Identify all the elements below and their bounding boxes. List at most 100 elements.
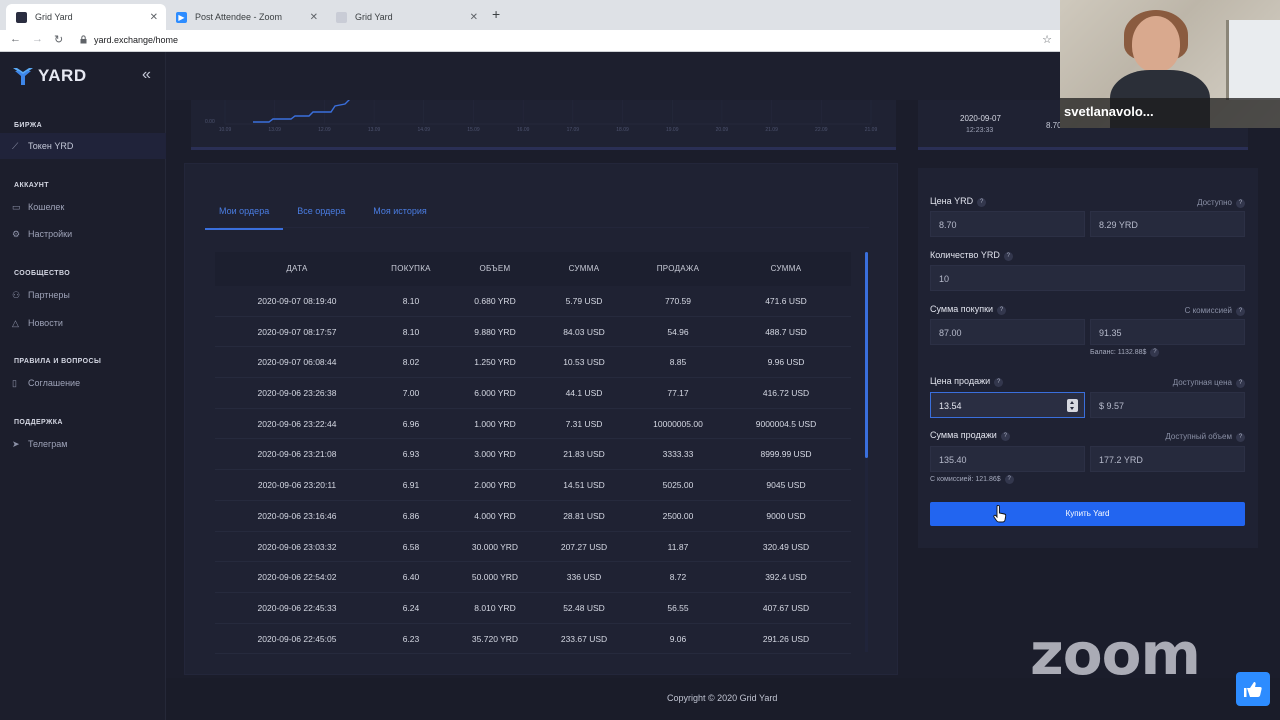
- cell-volume: 50.000 YRD: [471, 572, 519, 583]
- available-volume-label-text: Доступный объем: [1165, 432, 1232, 441]
- x-tick-label: 13.09: [368, 127, 381, 133]
- cell-sum: 5.79 USD: [565, 296, 603, 306]
- help-icon[interactable]: ?: [1150, 348, 1160, 357]
- sidebar-item-label: Телеграм: [28, 439, 68, 449]
- available-volume-label: Доступный объем?: [1118, 432, 1245, 442]
- cell-date: 2020-09-06 23:21:08: [257, 449, 337, 460]
- help-icon[interactable]: ?: [994, 378, 1004, 387]
- help-icon[interactable]: ?: [1004, 475, 1014, 484]
- cell-date: 2020-09-07 08:19:40: [257, 296, 337, 306]
- lock-icon: [80, 35, 87, 44]
- cell-date: 2020-09-06 23:26:38: [257, 388, 337, 399]
- back-arrow-icon[interactable]: ←: [10, 33, 21, 45]
- cell-date: 2020-09-06 22:45:33: [257, 602, 337, 613]
- sell-sum-input[interactable]: 135.40: [930, 446, 1085, 472]
- cell-sum: 207.27 USD: [560, 541, 608, 552]
- cell-buy: 8.10: [402, 326, 420, 337]
- sell-price-value: 13.54: [939, 401, 962, 411]
- table-row[interactable]: 2020-09-06 22:45:33 6.24 8.010 YRD 52.48 US…: [215, 593, 851, 624]
- cell-sum-sell: 488.7 USD: [765, 326, 807, 337]
- sidebar-section-community: СООБЩЕСТВО: [14, 270, 71, 277]
- help-icon[interactable]: ?: [1000, 432, 1010, 441]
- cell-volume: 9.880 YRD: [474, 326, 516, 337]
- yard-logo-icon: [13, 68, 33, 85]
- balance-note: Баланс: 1132.88$?: [1090, 348, 1160, 357]
- close-icon[interactable]: ✕: [150, 12, 158, 23]
- cell-sell: 11.87: [667, 541, 689, 552]
- sidebar-item-token-yrd[interactable]: ⟋ Токен YRD: [0, 133, 166, 159]
- sidebar-item-partners[interactable]: ⚇ Партнеры: [0, 282, 166, 308]
- help-icon[interactable]: ?: [1236, 199, 1245, 208]
- cell-date: 2020-09-06 23:20:11: [257, 480, 337, 491]
- x-tick-label: 16.09: [517, 127, 530, 133]
- x-tick-label: 17.09: [567, 127, 580, 133]
- table-row[interactable]: 2020-09-07 08:17:57 8.10 9.880 YRD 84.03 US…: [215, 317, 851, 348]
- sell-price-input[interactable]: 13.54: [930, 392, 1085, 418]
- help-icon[interactable]: ?: [997, 306, 1007, 315]
- sidebar-item-telegram[interactable]: ➤ Телеграм: [0, 431, 166, 457]
- buy-yard-button[interactable]: Купить Yard: [930, 502, 1245, 526]
- video-participant-face: [1132, 16, 1180, 72]
- sidebar-item-news[interactable]: △ Новости: [0, 310, 166, 336]
- help-icon[interactable]: ?: [1236, 433, 1245, 442]
- cell-sum-sell: 8999.99 USD: [760, 449, 812, 460]
- cell-sum: 21.83 USD: [563, 449, 605, 460]
- help-icon[interactable]: ?: [977, 198, 987, 207]
- help-icon[interactable]: ?: [1236, 307, 1245, 316]
- sidebar-item-settings[interactable]: ⚙ Настройки: [0, 221, 166, 247]
- sidebar-item-wallet[interactable]: ▭ Кошелек: [0, 194, 166, 220]
- grid-yard-favicon-icon: [336, 11, 347, 23]
- available-field: 8.29 YRD: [1090, 211, 1245, 237]
- table-row[interactable]: 2020-09-07 06:08:44 8.02 1.250 YRD 10.53 US…: [215, 347, 851, 379]
- table-row[interactable]: 2020-09-06 23:21:08 6.93 3.000 YRD 21.83 US…: [215, 439, 851, 471]
- cell-sell: 77.17: [667, 388, 689, 399]
- table-row[interactable]: 2020-09-06 23:16:46 6.86 4.000 YRD 28.81 US…: [215, 501, 851, 532]
- x-tick-label: 13.09: [268, 127, 281, 133]
- close-icon[interactable]: ✕: [470, 12, 478, 23]
- with-fee-label-text: С комиссией: [1184, 306, 1232, 315]
- video-background-window: [1226, 20, 1280, 100]
- quantity-input[interactable]: 10: [930, 265, 1245, 291]
- table-row[interactable]: 2020-09-07 08:19:40 8.10 0.680 YRD 5.79 USD…: [215, 286, 851, 317]
- cell-volume: 35.720 YRD: [471, 633, 519, 644]
- table-row[interactable]: 2020-09-06 23:20:11 6.91 2.000 YRD 14.51 US…: [215, 470, 851, 501]
- url-text[interactable]: yard.exchange/home: [94, 35, 178, 45]
- cell-sum: 84.03 USD: [563, 326, 605, 337]
- table-row[interactable]: 2020-09-06 23:26:38 7.00 6.000 YRD 44.1 USD…: [215, 378, 851, 409]
- table-row[interactable]: 2020-09-06 22:54:02 6.40 50.000 YRD 336 USD…: [215, 562, 851, 593]
- x-tick-label: 18.09: [616, 127, 629, 133]
- zoom-video-tile[interactable]: svetlanavolo...: [1060, 0, 1280, 128]
- yard-logo[interactable]: YARD: [12, 66, 87, 86]
- browser-tab-grid-yard-2[interactable]: Grid Yard ✕: [326, 4, 486, 30]
- forward-arrow-icon[interactable]: →: [32, 33, 43, 45]
- table-row[interactable]: 2020-09-06 23:03:32 6.58 30.000 YRD 207.27 …: [215, 532, 851, 563]
- with-fee-field: 91.35: [1090, 319, 1245, 345]
- column-header-sum: СУММА: [568, 264, 600, 273]
- number-spinner-icon[interactable]: [1067, 399, 1078, 412]
- cell-date: 2020-09-06 23:03:32: [257, 541, 337, 552]
- bookmark-star-icon[interactable]: ☆: [1042, 33, 1052, 46]
- collapse-sidebar-icon[interactable]: «: [142, 66, 151, 84]
- sidebar-item-label: Токен YRD: [28, 141, 74, 151]
- sidebar-item-agreement[interactable]: ▯ Соглашение: [0, 370, 166, 396]
- browser-tab-bar: Grid Yard ✕ ▶ Post Attendee - Zoom ✕ Gri…: [0, 0, 1060, 30]
- sell-price-label: Цена продажи?: [930, 376, 1004, 387]
- help-icon[interactable]: ?: [1236, 379, 1245, 388]
- buy-sum-input[interactable]: 87.00: [930, 319, 1085, 345]
- table-row[interactable]: 2020-09-06 23:22:44 6.96 1.000 YRD 7.31 USD…: [215, 409, 851, 440]
- browser-tab-grid-yard[interactable]: Grid Yard ✕: [6, 4, 166, 30]
- new-tab-button[interactable]: +: [492, 6, 500, 22]
- close-icon[interactable]: ✕: [310, 12, 318, 23]
- scrollbar-thumb[interactable]: [865, 252, 868, 458]
- cell-sum: 10.53 USD: [563, 357, 605, 368]
- x-tick-label: 10.09: [219, 127, 232, 133]
- cell-sell: 2500.00: [662, 510, 694, 521]
- help-icon[interactable]: ?: [1003, 252, 1013, 261]
- table-row[interactable]: 2020-09-06 22:45:05 6.23 35.720 YRD 233.67 …: [215, 624, 851, 655]
- reload-icon[interactable]: ↻: [54, 33, 63, 46]
- zoom-reactions-button[interactable]: [1236, 672, 1270, 706]
- browser-tab-zoom[interactable]: ▶ Post Attendee - Zoom ✕: [166, 4, 326, 30]
- cell-buy: 6.23: [402, 633, 420, 644]
- price-yrd-input[interactable]: 8.70: [930, 211, 1085, 237]
- cell-buy: 6.24: [402, 602, 420, 613]
